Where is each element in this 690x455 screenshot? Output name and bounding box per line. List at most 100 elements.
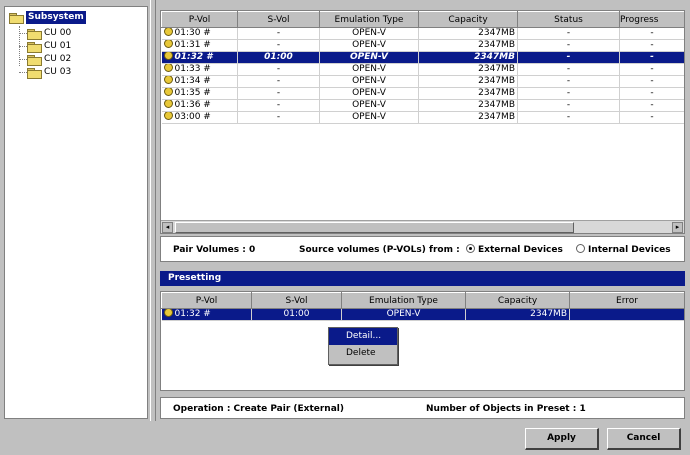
menu-item-detail[interactable]: Detail... — [329, 328, 397, 345]
tree-node-cu03[interactable]: CU 03 — [27, 66, 71, 79]
col-header-status[interactable]: Status — [517, 11, 620, 28]
cell-status: - — [517, 63, 620, 76]
horizontal-scrollbar[interactable]: ◂ ▸ — [161, 220, 684, 233]
cancel-button[interactable]: Cancel — [607, 428, 681, 450]
cell-emulation: OPEN-V — [319, 27, 419, 40]
context-menu: Detail... Delete — [328, 327, 398, 365]
tree-node-subsystem[interactable]: Subsystem — [9, 11, 86, 24]
col-header-capacity[interactable]: Capacity — [418, 11, 518, 28]
table-row-selected[interactable]: 01:32 # 01:00 OPEN-V 2347MB - - — [161, 51, 684, 64]
cell-emulation: OPEN-V — [319, 63, 419, 76]
col-header-capacity[interactable]: Capacity — [465, 292, 570, 309]
cell-svol: - — [237, 63, 320, 76]
cell-pvol: 01:35 # — [174, 88, 211, 98]
table-row[interactable]: 01:35 # - OPEN-V 2347MB - - — [161, 87, 684, 100]
cell-capacity: 2347MB — [418, 51, 518, 64]
scroll-left-icon[interactable]: ◂ — [162, 222, 173, 233]
col-header-emulation[interactable]: Emulation Type — [341, 292, 466, 309]
col-header-emulation[interactable]: Emulation Type — [319, 11, 419, 28]
tree-connector — [19, 33, 27, 34]
table-row[interactable]: 01:34 # - OPEN-V 2347MB - - — [161, 75, 684, 88]
volume-icon — [163, 51, 173, 60]
tree-connector — [19, 72, 27, 73]
cell-status: - — [517, 27, 620, 40]
col-header-pvol[interactable]: P-Vol — [161, 292, 252, 309]
source-volumes-label: Source volumes (P-VOLs) from : — [299, 245, 460, 255]
cell-emulation: OPEN-V — [319, 111, 419, 124]
cell-svol: - — [237, 87, 320, 100]
cell-capacity: 2347MB — [418, 39, 518, 52]
radio-external-devices[interactable]: External Devices — [466, 244, 563, 255]
cell-pvol: 03:00 # — [174, 112, 211, 122]
menu-item-delete[interactable]: Delete — [329, 345, 397, 362]
tree-connector — [19, 59, 27, 60]
table-row[interactable]: 01:31 # - OPEN-V 2347MB - - — [161, 39, 684, 52]
cell-emulation: OPEN-V — [319, 99, 419, 112]
col-header-svol[interactable]: S-Vol — [237, 11, 320, 28]
table-row[interactable]: 01:33 # - OPEN-V 2347MB - - — [161, 63, 684, 76]
tree-node-cu02[interactable]: CU 02 — [27, 53, 71, 66]
cell-svol: - — [237, 75, 320, 88]
apply-button[interactable]: Apply — [525, 428, 599, 450]
cell-progress: - — [619, 75, 684, 88]
cell-progress: - — [619, 87, 684, 100]
cell-svol: - — [237, 111, 320, 124]
col-header-pvol[interactable]: P-Vol — [161, 11, 238, 28]
pair-volumes-count: Pair Volumes : 0 — [173, 245, 256, 255]
cell-progress: - — [619, 63, 684, 76]
cell-capacity: 2347MB — [418, 75, 518, 88]
subsystem-tree[interactable]: Subsystem CU 00 CU 01 CU 02 CU 03 — [4, 6, 148, 419]
volume-icon — [163, 111, 173, 120]
col-header-error[interactable]: Error — [569, 292, 684, 309]
tree-label-cu03: CU 03 — [44, 67, 72, 77]
table-header: P-Vol S-Vol Emulation Type Capacity Stat… — [161, 11, 684, 28]
scrollbar-thumb[interactable] — [175, 222, 574, 233]
volume-icon — [163, 99, 173, 108]
volume-icon — [163, 87, 173, 96]
cell-svol: 01:00 — [237, 51, 320, 64]
cell-status: - — [517, 99, 620, 112]
cell-pvol: 01:32 # — [174, 52, 213, 62]
table-row[interactable]: 03:00 # - OPEN-V 2347MB - - — [161, 111, 684, 124]
cell-svol: 01:00 — [251, 308, 342, 321]
cell-svol: - — [237, 27, 320, 40]
scroll-right-icon[interactable]: ▸ — [672, 222, 683, 233]
cell-capacity: 2347MB — [418, 99, 518, 112]
cell-pvol: 01:32 # — [174, 309, 211, 319]
cell-status: - — [517, 39, 620, 52]
col-header-svol[interactable]: S-Vol — [251, 292, 342, 309]
tree-connector — [19, 46, 27, 47]
cell-status: - — [517, 51, 620, 64]
folder-icon — [27, 42, 42, 53]
panel-splitter[interactable] — [150, 0, 156, 421]
volume-table[interactable]: P-Vol S-Vol Emulation Type Capacity Stat… — [160, 10, 685, 234]
tree-node-cu01[interactable]: CU 01 — [27, 40, 71, 53]
table-row[interactable]: 01:30 # - OPEN-V 2347MB - - — [161, 27, 684, 40]
cell-status: - — [517, 87, 620, 100]
cell-progress: - — [619, 39, 684, 52]
cell-error — [569, 308, 684, 321]
table-row[interactable]: 01:36 # - OPEN-V 2347MB - - — [161, 99, 684, 112]
tree-label-cu01: CU 01 — [44, 41, 72, 51]
radio-unselected-icon — [576, 244, 585, 253]
tree-label-cu02: CU 02 — [44, 54, 72, 64]
col-header-progress[interactable]: Progress — [619, 11, 684, 28]
radio-internal-devices[interactable]: Internal Devices — [576, 244, 671, 255]
folder-icon — [27, 68, 42, 79]
cell-emulation: OPEN-V — [319, 87, 419, 100]
pair-volumes-bar: Pair Volumes : 0 Source volumes (P-VOLs)… — [160, 236, 685, 262]
volume-icon — [163, 63, 173, 72]
cell-capacity: 2347MB — [418, 111, 518, 124]
preset-count: Number of Objects in Preset : 1 — [426, 404, 586, 414]
cell-pvol: 01:31 # — [174, 40, 211, 50]
operation-bar: Operation : Create Pair (External) Numbe… — [160, 397, 685, 419]
cell-pvol: 01:34 # — [174, 76, 211, 86]
tree-node-cu00[interactable]: CU 00 — [27, 27, 71, 40]
presetting-title: Presetting — [160, 271, 685, 286]
preset-table[interactable]: P-Vol S-Vol Emulation Type Capacity Erro… — [160, 291, 685, 391]
cell-pvol: 01:33 # — [174, 64, 211, 74]
preset-row-selected[interactable]: 01:32 # 01:00 OPEN-V 2347MB — [161, 308, 684, 321]
cell-emulation: OPEN-V — [319, 39, 419, 52]
cell-pvol: 01:30 # — [174, 28, 211, 38]
cell-capacity: 2347MB — [418, 27, 518, 40]
